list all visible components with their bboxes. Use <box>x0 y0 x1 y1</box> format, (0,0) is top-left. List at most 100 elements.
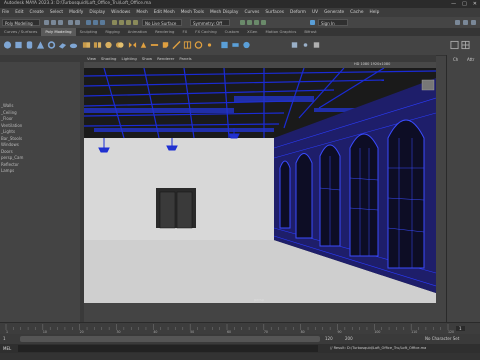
new-scene-icon[interactable] <box>44 20 49 25</box>
menu-windows[interactable]: Windows <box>111 10 130 15</box>
shelf-tab-motion-graphics[interactable]: Motion Graphics <box>261 28 300 36</box>
attribute-editor-tab[interactable]: Attr <box>467 57 474 62</box>
sign-in-dropdown[interactable]: Sign In <box>318 19 348 26</box>
modeling-toolkit-icon[interactable] <box>455 20 460 25</box>
poly-sphere-icon[interactable] <box>3 40 12 50</box>
minimize-button[interactable]: — <box>451 1 456 7</box>
save-scene-icon[interactable] <box>58 20 63 25</box>
uv-editor-icon[interactable] <box>220 40 229 50</box>
undo-icon[interactable] <box>68 20 73 25</box>
viewport-menu-lighting[interactable]: Lighting <box>121 55 136 62</box>
symmetry-dropdown[interactable]: Symmetry: Off <box>190 19 230 26</box>
menu-mesh[interactable]: Mesh <box>136 10 147 15</box>
shelf-tab-curves[interactable]: Curves / Surfaces <box>0 28 41 36</box>
shelf-tab-sculpting[interactable]: Sculpting <box>76 28 102 36</box>
center-pivot-icon[interactable] <box>301 40 310 50</box>
multi-cut-icon[interactable] <box>172 40 181 50</box>
poly-disc-icon[interactable] <box>69 40 78 50</box>
snap-view-plane-icon[interactable] <box>133 20 138 25</box>
menu-select[interactable]: Select <box>50 10 63 15</box>
mirror-icon[interactable] <box>128 40 137 50</box>
menu-edit[interactable]: Edit <box>15 10 23 15</box>
redo-icon[interactable] <box>75 20 80 25</box>
layout-four-icon[interactable] <box>461 40 470 50</box>
ipr-render-icon[interactable] <box>247 20 252 25</box>
shelf-tab-rendering[interactable]: Rendering <box>151 28 178 36</box>
channel-box-tab[interactable]: Ch <box>453 57 458 62</box>
viewport-menu-shading[interactable]: Shading <box>101 55 116 62</box>
command-input[interactable] <box>18 345 318 352</box>
layout-single-icon[interactable] <box>450 40 459 50</box>
select-by-object-icon[interactable] <box>93 20 98 25</box>
script-language-label[interactable]: MEL <box>3 346 11 351</box>
shelf-tab-xgen[interactable]: XGen <box>243 28 261 36</box>
menu-help[interactable]: Help <box>370 10 380 15</box>
poly-plane-icon[interactable] <box>58 40 67 50</box>
snap-grid-icon[interactable] <box>112 20 117 25</box>
poly-torus-icon[interactable] <box>47 40 56 50</box>
live-surface-dropdown[interactable]: No Live Surface <box>142 19 182 26</box>
current-frame-field[interactable]: 1 <box>456 326 465 331</box>
select-by-component-icon[interactable] <box>100 20 105 25</box>
shelf-tab-fx-caching[interactable]: FX Caching <box>191 28 220 36</box>
workspace-dropdown[interactable]: Poly Modeling <box>2 19 40 26</box>
close-button[interactable]: ✕ <box>473 1 477 7</box>
poly-cone-icon[interactable] <box>36 40 45 50</box>
menu-mesh-tools[interactable]: Mesh Tools <box>181 10 204 15</box>
extrude-icon[interactable] <box>139 40 148 50</box>
fill-hole-icon[interactable] <box>194 40 203 50</box>
bevel-icon[interactable] <box>161 40 170 50</box>
viewport-3d[interactable]: persp <box>84 68 436 303</box>
auto-map-icon[interactable] <box>242 40 251 50</box>
snap-curve-icon[interactable] <box>119 20 124 25</box>
menu-create[interactable]: Create <box>30 10 44 15</box>
menu-mesh-display[interactable]: Mesh Display <box>210 10 239 15</box>
anim-end-field[interactable]: 200 <box>345 336 353 341</box>
maximize-button[interactable]: □ <box>462 1 467 7</box>
shelf-tab-custom[interactable]: Custom <box>221 28 244 36</box>
poly-cube-icon[interactable] <box>14 40 23 50</box>
channel-box-icon[interactable] <box>471 20 476 25</box>
menu-file[interactable]: File <box>2 10 9 15</box>
open-scene-icon[interactable] <box>51 20 56 25</box>
range-end-field[interactable]: 120 <box>325 336 333 341</box>
combine-icon[interactable] <box>82 40 91 50</box>
character-set-dropdown[interactable]: No Character Set <box>425 336 459 341</box>
menu-uv[interactable]: UV <box>312 10 318 15</box>
smooth-icon[interactable] <box>104 40 113 50</box>
view-cube[interactable] <box>421 79 435 91</box>
boolean-icon[interactable] <box>115 40 124 50</box>
outliner-item[interactable]: Lamps <box>1 168 23 175</box>
bridge-icon[interactable] <box>150 40 159 50</box>
shelf-tab-fx[interactable]: FX <box>178 28 191 36</box>
hypershade-icon[interactable] <box>261 20 266 25</box>
select-by-hierarchy-icon[interactable] <box>86 20 91 25</box>
viewport-menu-renderer[interactable]: Renderer <box>157 55 174 62</box>
shelf-tab-animation[interactable]: Animation <box>124 28 151 36</box>
menu-display[interactable]: Display <box>89 10 105 15</box>
poly-cylinder-icon[interactable] <box>25 40 34 50</box>
menu-surfaces[interactable]: Surfaces <box>265 10 284 15</box>
viewport-menu-panels[interactable]: Panels <box>179 55 191 62</box>
menu-curves[interactable]: Curves <box>244 10 259 15</box>
shelf-tab-poly-modeling[interactable]: Poly Modeling <box>41 28 76 36</box>
attribute-editor-icon[interactable] <box>463 20 468 25</box>
range-slider-bar[interactable] <box>20 336 320 342</box>
viewport-menu-show[interactable]: Show <box>142 55 152 62</box>
range-start-field[interactable]: 1 <box>3 336 6 341</box>
freeze-transform-icon[interactable] <box>290 40 299 50</box>
shelf-tab-rigging[interactable]: Rigging <box>101 28 123 36</box>
delete-history-icon[interactable] <box>312 40 321 50</box>
snap-point-icon[interactable] <box>126 20 131 25</box>
menu-generate[interactable]: Generate <box>324 10 344 15</box>
menu-cache[interactable]: Cache <box>350 10 363 15</box>
render-settings-icon[interactable] <box>254 20 259 25</box>
planar-map-icon[interactable] <box>231 40 240 50</box>
viewport-menu-view[interactable]: View <box>87 55 96 62</box>
shelf-tab-bifrost[interactable]: Bifrost <box>300 28 320 36</box>
menu-modify[interactable]: Modify <box>69 10 83 15</box>
insert-edge-loop-icon[interactable] <box>183 40 192 50</box>
menu-edit-mesh[interactable]: Edit Mesh <box>154 10 175 15</box>
separate-icon[interactable] <box>93 40 102 50</box>
menu-deform[interactable]: Deform <box>290 10 306 15</box>
